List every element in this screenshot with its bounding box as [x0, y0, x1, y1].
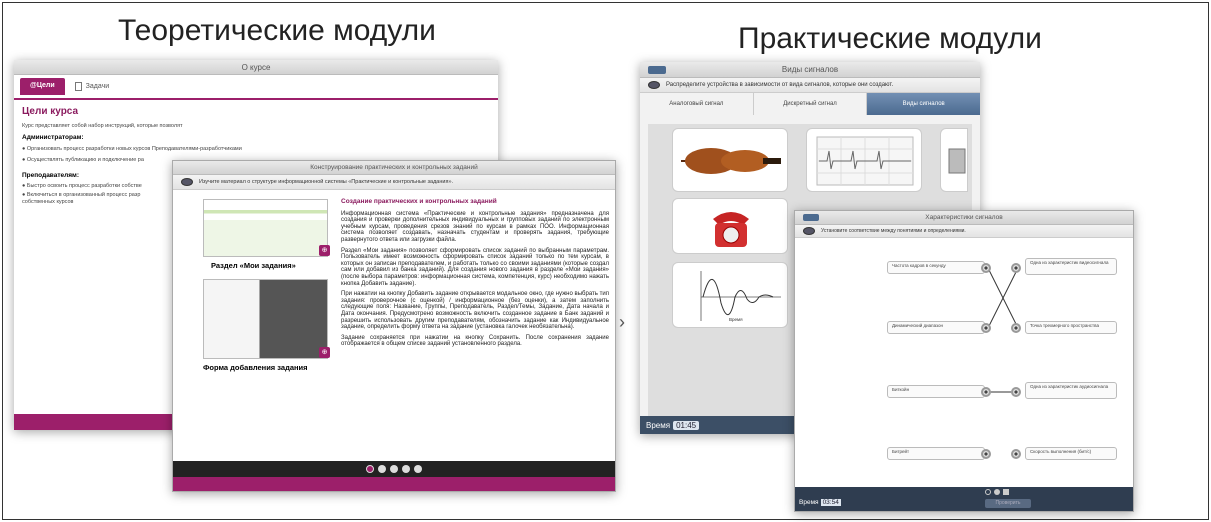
course-window-titlebar: О курсе	[14, 60, 498, 75]
constructor-hint: Изучите материал о структуре информацион…	[173, 175, 615, 190]
screenshot-thumb-add-form[interactable]	[203, 279, 328, 359]
timer-label: Время	[646, 420, 671, 430]
column-types: Виды сигналов	[867, 93, 980, 115]
match-titlebar: Характеристики сигналов	[795, 211, 1133, 225]
signals-column-headers: Аналоговый сигнал Дискретный сигнал Виды…	[640, 93, 980, 115]
match-footer: Проверить Время 03:54	[795, 487, 1133, 511]
graph-card[interactable]: Время	[672, 262, 788, 328]
match-window: Характеристики сигналов Установите соотв…	[794, 210, 1134, 512]
match-right-item[interactable]: Одна из характеристик аудиосигнала	[1025, 382, 1117, 399]
match-left-connector[interactable]	[981, 263, 991, 273]
pager-dot[interactable]	[414, 465, 422, 473]
match-left-connector[interactable]	[981, 387, 991, 397]
nav-dot-icon[interactable]	[985, 489, 991, 495]
violin-icon	[681, 148, 781, 174]
eye-icon	[181, 178, 193, 186]
zoom-icon[interactable]: ⊕	[319, 245, 330, 256]
pager-dot[interactable]	[402, 465, 410, 473]
match-right-item[interactable]: Точка трехмерного пространства	[1025, 321, 1117, 334]
match-left-item[interactable]: Динамический диапазон	[887, 321, 985, 334]
caption-my-tasks: Раздел «Мои задания»	[211, 261, 296, 270]
match-lines	[987, 267, 1019, 393]
match-right-item[interactable]: Одна из характеристик видеосигнала	[1025, 258, 1117, 275]
match-title: Характеристики сигналов	[925, 214, 1003, 221]
signals-hint-text: Распределите устройства в зависимости от…	[666, 82, 894, 88]
constructor-hint-text: Изучите материал о структуре информацион…	[199, 179, 454, 185]
axis-label: Время	[729, 317, 743, 322]
teacher-bullet-text: Быстро освоить процесс разработки собств…	[26, 183, 142, 189]
logo-icon	[648, 66, 666, 74]
document-icon	[74, 82, 82, 91]
teacher-bullet: ● Включиться в организованный процесс ра…	[22, 192, 141, 205]
eye-icon	[803, 227, 815, 235]
nav-dot-icon[interactable]	[994, 489, 1000, 495]
eye-icon	[648, 81, 660, 89]
zoom-icon[interactable]: ⊕	[319, 347, 330, 358]
timer-value: 03:54	[820, 499, 841, 506]
match-right-connector[interactable]	[1011, 387, 1021, 397]
article: Создание практических и контрольных зада…	[341, 198, 609, 348]
article-paragraph: Задание сохраняется при нажатии на кнопк…	[341, 334, 609, 348]
timer-value: 01:45	[673, 420, 700, 430]
match-right-item[interactable]: Скорость выполнения (бит/с)	[1025, 447, 1117, 460]
caption-add-form: Форма добавления задания	[203, 363, 308, 372]
column-discrete: Дискретный сигнал	[754, 93, 868, 115]
signals-title: Виды сигналов	[781, 65, 839, 74]
speaker-card[interactable]	[940, 128, 968, 192]
constructor-titlebar: Конструирование практических и контрольн…	[173, 161, 615, 175]
match-hint-text: Установите соответствие между понятиями …	[821, 228, 966, 234]
telephone-icon	[713, 212, 749, 247]
tab-goals[interactable]: @Цели	[20, 78, 65, 95]
course-goals-title: Цели курса	[22, 106, 79, 117]
signals-hint: Распределите устройства в зависимости от…	[640, 78, 980, 93]
match-right-connector[interactable]	[1011, 449, 1021, 459]
telephone-card[interactable]	[672, 198, 788, 254]
article-title: Создание практических и контрольных зада…	[341, 198, 497, 205]
theory-heading: Теоретические модули	[118, 14, 436, 47]
practice-heading: Практические модули	[738, 22, 1042, 55]
tab-tasks-label: Задачи	[85, 83, 110, 90]
admin-bullet-text: Организовать процесс разработки новых ку…	[26, 146, 242, 152]
match-nav-icons	[985, 489, 1009, 495]
article-paragraph: Информационная система «Практические и к…	[341, 210, 609, 243]
tab-tasks[interactable]: Задачи	[69, 78, 116, 95]
waveform-card[interactable]	[806, 128, 922, 192]
match-right-connector[interactable]	[1011, 263, 1021, 273]
timer-label: Время	[799, 499, 819, 506]
match-left-connector[interactable]	[981, 323, 991, 333]
logo-icon	[803, 214, 819, 221]
pager-dot[interactable]	[390, 465, 398, 473]
violin-card[interactable]	[672, 128, 788, 192]
grid-waveform-icon	[816, 136, 914, 186]
pager-bar	[173, 461, 615, 477]
match-right-connector[interactable]	[1011, 323, 1021, 333]
speaker-icon	[948, 148, 966, 174]
admin-bullet: ● Организовать процесс разработки новых …	[22, 146, 242, 152]
pager-dot-active[interactable]	[366, 465, 374, 473]
article-paragraph: Раздел «Мои задания» позволяет сформиров…	[341, 247, 609, 287]
match-left-item[interactable]: Частота кадров в секунду	[887, 261, 985, 274]
screenshot-thumb-my-tasks[interactable]	[203, 199, 328, 257]
match-left-item[interactable]: Битрейт	[887, 447, 985, 460]
pager-dot[interactable]	[378, 465, 386, 473]
check-button[interactable]: Проверить	[985, 499, 1031, 508]
signals-titlebar: Виды сигналов	[640, 62, 980, 78]
article-paragraph: При нажатии на кнопку Добавить задание о…	[341, 291, 609, 331]
match-timer: Время 03:54	[799, 499, 841, 506]
column-analog: Аналоговый сигнал	[640, 93, 754, 115]
course-intro: Курс представляет собой набор инструкций…	[22, 123, 183, 129]
match-left-connector[interactable]	[981, 449, 991, 459]
settings-icon[interactable]	[1003, 489, 1009, 495]
constructor-window: Конструирование практических и контрольн…	[172, 160, 616, 492]
next-arrow-button[interactable]: ›	[619, 312, 625, 333]
teacher-bullet-text: Включиться в организованный процесс разр…	[22, 192, 141, 205]
constructor-footer-bar	[173, 477, 615, 491]
match-left-item[interactable]: Биткойн	[887, 385, 985, 398]
admins-label: Администраторам:	[22, 134, 84, 141]
admin-bullet-text: Осуществлять публикацию и подключение ра	[26, 157, 144, 163]
match-hint: Установите соответствие между понятиями …	[795, 225, 1133, 238]
